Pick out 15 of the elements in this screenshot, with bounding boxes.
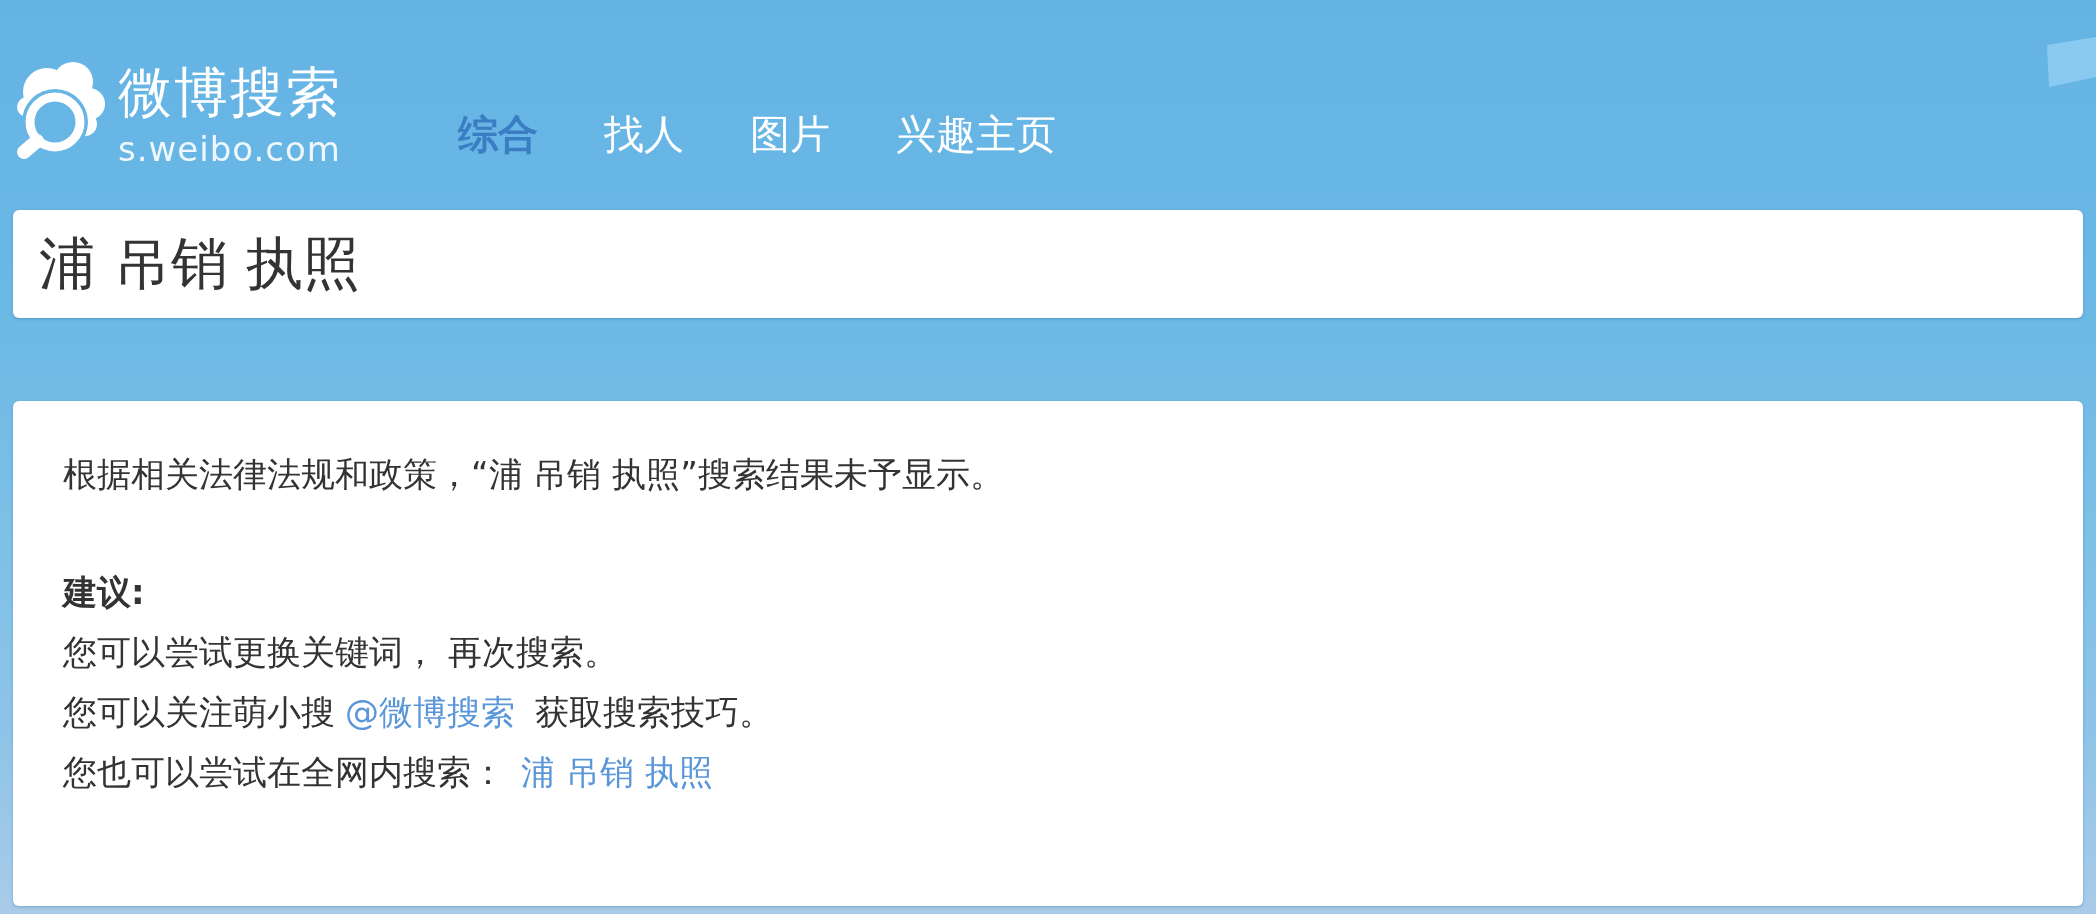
suggestion-link[interactable]: @微博搜索 bbox=[345, 692, 515, 732]
nav-tab[interactable]: 综合 bbox=[458, 114, 538, 154]
nav-tab[interactable]: 图片 bbox=[750, 114, 830, 154]
notice-text: 根据相关法律法规和政策，“浦 吊销 执照”搜索结果未予显示。 bbox=[63, 453, 1005, 496]
magnifier-logo-icon bbox=[15, 62, 105, 159]
search-field[interactable]: 浦 吊销 执照 bbox=[13, 210, 2083, 318]
suggestion-text: 您可以尝试更换关键词， 再次搜索。 bbox=[63, 631, 619, 674]
suggestion-text: 您可以关注萌小搜 @微博搜索 获取搜索技巧。 bbox=[63, 691, 774, 734]
suggestion-heading: 建议: bbox=[63, 571, 146, 614]
logo-domain: s.weibo.com bbox=[118, 132, 342, 166]
logo-title: 微博搜索 bbox=[118, 66, 342, 120]
nav-tab[interactable]: 找人 bbox=[604, 114, 684, 154]
suggestion-text: 您也可以尝试在全网内搜索： 浦 吊销 执照 bbox=[63, 751, 714, 794]
nav-tab[interactable]: 兴趣主页 bbox=[896, 114, 1056, 154]
suggestion-link[interactable]: 浦 吊销 执照 bbox=[521, 752, 713, 792]
